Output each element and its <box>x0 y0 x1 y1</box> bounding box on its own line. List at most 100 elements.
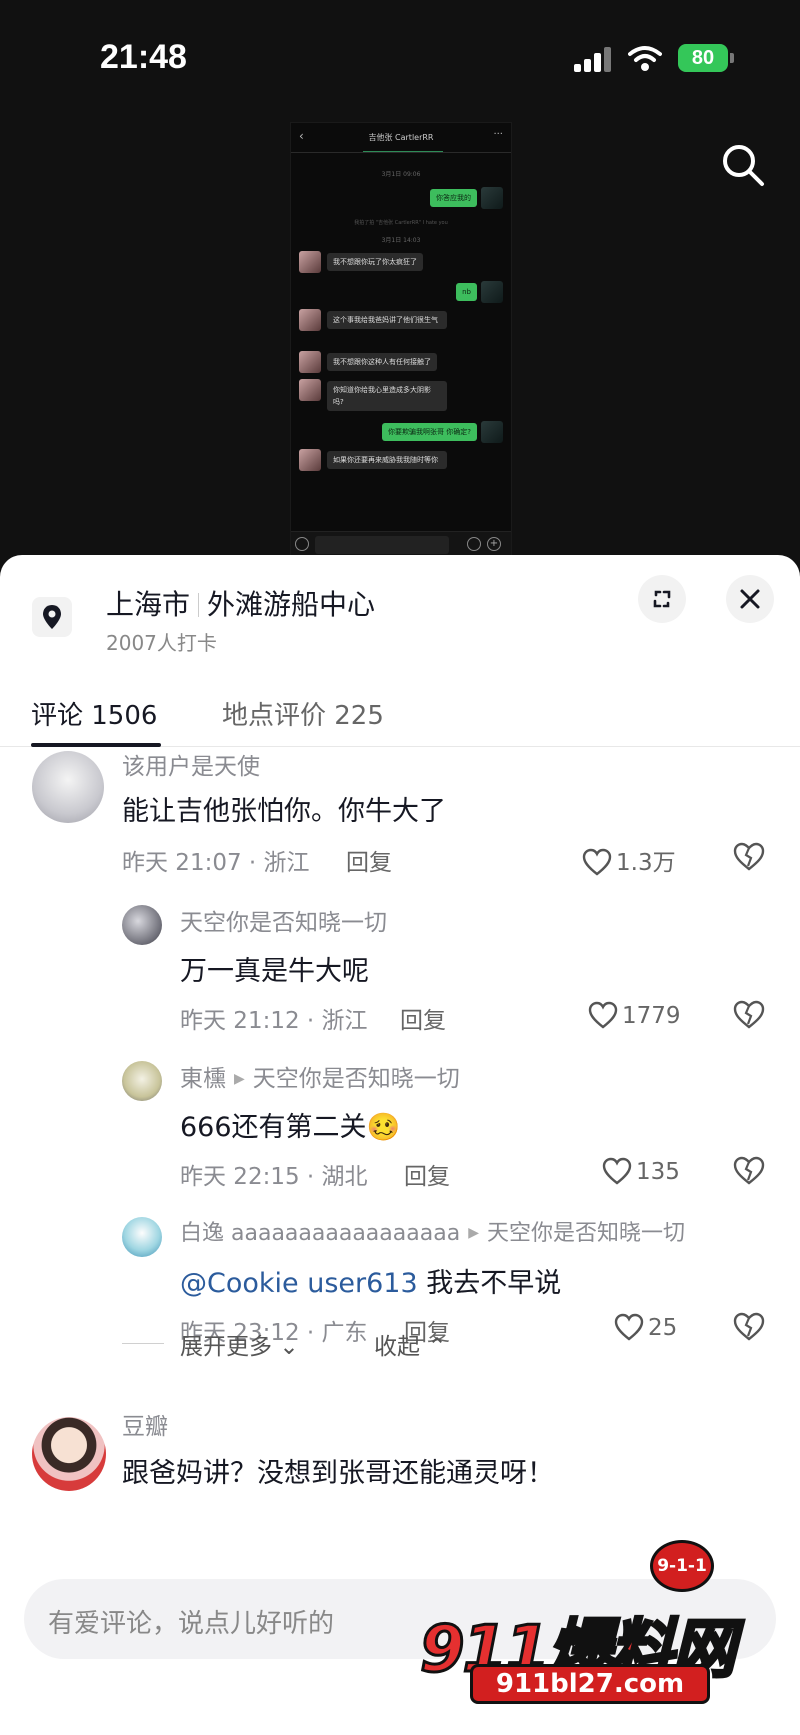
comment-text: 跟爸妈讲？没想到张哥还能通灵呀！ <box>122 1458 554 1489</box>
chevron-down-icon: ⌄ <box>279 1334 299 1360</box>
search-icon[interactable] <box>718 140 768 190</box>
avatar[interactable] <box>122 1217 162 1257</box>
avatar[interactable] <box>32 751 104 823</box>
avatar[interactable] <box>122 1061 162 1101</box>
comment-username-line: 東櫄 ▶ 天空你是否知晓一切 <box>180 1059 460 1093</box>
comment-meta: 昨天 22:15 · 湖北 <box>180 1164 368 1190</box>
comment-text-line: @Cookie user613 我去不早说 <box>180 1261 561 1300</box>
battery-icon <box>730 53 734 63</box>
comment-username[interactable]: 白逸 aaaaaaaaaaaaaaaaa <box>180 1221 460 1246</box>
comment-username-line: 白逸 aaaaaaaaaaaaaaaaa ▶ 天空你是否知晓一切 <box>180 1215 685 1247</box>
tab-place-reviews[interactable]: 地点评价 225 <box>222 695 384 732</box>
expand-button[interactable] <box>638 575 686 623</box>
reply-button[interactable]: 回复 <box>346 843 392 877</box>
reply-target-username[interactable]: 天空你是否知晓一切 <box>253 1066 460 1092</box>
reply-button[interactable]: 回复 <box>400 1001 446 1035</box>
voice-icon <box>295 537 309 551</box>
chat-avatar <box>299 449 321 471</box>
divider <box>198 593 200 617</box>
chat-input-field <box>315 536 449 554</box>
comment-username[interactable]: 天空你是否知晓一切 <box>180 903 387 937</box>
chat-bubble-in: 如果你还要再来威胁我我随时等你 <box>327 451 447 469</box>
more-icon: ··· <box>493 129 503 140</box>
tab-bar: 评论 1506 地点评价 225 <box>0 675 800 747</box>
expand-icon <box>653 590 671 608</box>
dislike-icon[interactable] <box>732 1311 766 1341</box>
battery-level: 80 <box>678 44 728 72</box>
chat-screenshot-image: ‹ 吉他张 CartlerRR ··· 3月1日 09:06 你答应我的 我拍了… <box>290 122 512 558</box>
reply-arrow-icon: ▶ <box>234 1071 245 1087</box>
location-city: 上海市 <box>106 588 191 621</box>
chat-avatar <box>299 379 321 401</box>
reply-button[interactable]: 回复 <box>404 1157 450 1191</box>
chat-avatar <box>299 251 321 273</box>
location-pin-icon <box>32 597 72 637</box>
like-count: 25 <box>648 1315 678 1341</box>
chat-title: 吉他张 CartlerRR <box>368 133 434 142</box>
like-count: 1779 <box>622 1003 681 1029</box>
chat-bubble-in: 你知道你给我心里造成多大阴影吗? <box>327 381 447 411</box>
chat-bubble-out: nb <box>456 283 477 301</box>
comment-text: 万一真是牛大呢 <box>180 956 369 987</box>
plus-icon: + <box>487 537 501 551</box>
chat-timestamp: 3月1日 09:06 <box>381 171 421 178</box>
watermark-url: 911bl27.com <box>470 1664 710 1704</box>
chat-avatar <box>299 309 321 331</box>
mention-link[interactable]: @Cookie user613 <box>180 1268 418 1299</box>
divider <box>122 1343 164 1344</box>
comment-text: 能让吉他张怕你。你牛大了 <box>122 796 446 827</box>
watermark-logo: 9-1-1 911爆料网 911bl27.com <box>400 1540 780 1730</box>
comment-username[interactable]: 豆瓣 <box>122 1407 168 1441</box>
comment-text-line: 666还有第二关🥴 <box>180 1105 400 1144</box>
like-button[interactable]: 135 <box>602 1157 680 1185</box>
chat-avatar <box>299 351 321 373</box>
collapse-label: 收起 <box>374 1334 420 1360</box>
heart-icon <box>588 1001 618 1029</box>
like-button[interactable]: 1779 <box>588 1001 681 1029</box>
comment-list[interactable]: 该用户是天使 能让吉他张怕你。你牛大了 昨天 21:07 · 浙江 回复 1.3… <box>0 747 800 1607</box>
avatar[interactable] <box>122 905 162 945</box>
chat-bubble-out: 你要欺骗我啊张哥 你确定? <box>382 423 477 441</box>
like-button[interactable]: 25 <box>614 1313 677 1341</box>
chat-bubble-out: 你答应我的 <box>430 189 477 207</box>
reply-arrow-icon: ▶ <box>468 1225 479 1241</box>
dislike-icon[interactable] <box>732 999 766 1029</box>
watermark-badge: 9-1-1 <box>650 1540 714 1592</box>
chat-timestamp: 3月1日 14:03 <box>381 237 421 244</box>
comment-text: 我去不早说 <box>417 1268 562 1299</box>
location-title[interactable]: 上海市 外滩游船中心 <box>106 583 375 623</box>
wifi-icon <box>628 46 662 71</box>
chat-avatar <box>481 281 503 303</box>
chat-bubble-in: 这个事我给我爸妈讲了他们很生气 <box>327 311 447 329</box>
comment-meta: 昨天 21:07 · 浙江 <box>122 850 310 876</box>
heart-icon <box>602 1157 632 1185</box>
reply-target-username[interactable]: 天空你是否知晓一切 <box>487 1221 685 1246</box>
heart-icon <box>582 848 612 876</box>
chat-bubble-in: 我不想跟你玩了你太疯狂了 <box>327 253 423 271</box>
dislike-icon[interactable] <box>732 841 766 871</box>
like-count: 1.3万 <box>616 850 676 876</box>
collapse-button[interactable]: 收起 ⌃ <box>374 1327 447 1361</box>
comment-text: 666还有第二关 <box>180 1112 367 1143</box>
status-time: 21:48 <box>100 38 187 76</box>
emoji-icon <box>467 537 481 551</box>
video-area: 21:48 80 ‹ 吉他张 CartlerRR ··· 3月1日 09:06 … <box>0 0 800 580</box>
tab-comments[interactable]: 评论 1506 <box>31 695 157 732</box>
comment-username[interactable]: 该用户是天使 <box>122 747 260 781</box>
expand-more-label: 展开更多 <box>180 1334 272 1360</box>
chevron-up-icon: ⌃ <box>427 1334 447 1360</box>
chat-avatar <box>481 421 503 443</box>
cellular-signal-icon <box>574 46 614 72</box>
close-button[interactable] <box>726 575 774 623</box>
status-bar: 21:48 80 <box>0 0 800 110</box>
expand-more-button[interactable]: 展开更多 ⌄ <box>180 1327 299 1361</box>
chat-bubble-in: 我不想跟你这种人有任何接触了 <box>327 353 437 371</box>
replies-toggle-row: 展开更多 ⌄ 收起 ⌃ <box>122 1323 622 1363</box>
chat-header: ‹ 吉他张 CartlerRR ··· <box>291 123 511 153</box>
like-count: 135 <box>636 1159 680 1185</box>
checkin-count: 2007人打卡 <box>106 631 217 655</box>
like-button[interactable]: 1.3万 <box>582 843 676 877</box>
avatar[interactable] <box>32 1417 106 1491</box>
dislike-icon[interactable] <box>732 1155 766 1185</box>
comment-username[interactable]: 東櫄 <box>180 1066 226 1092</box>
